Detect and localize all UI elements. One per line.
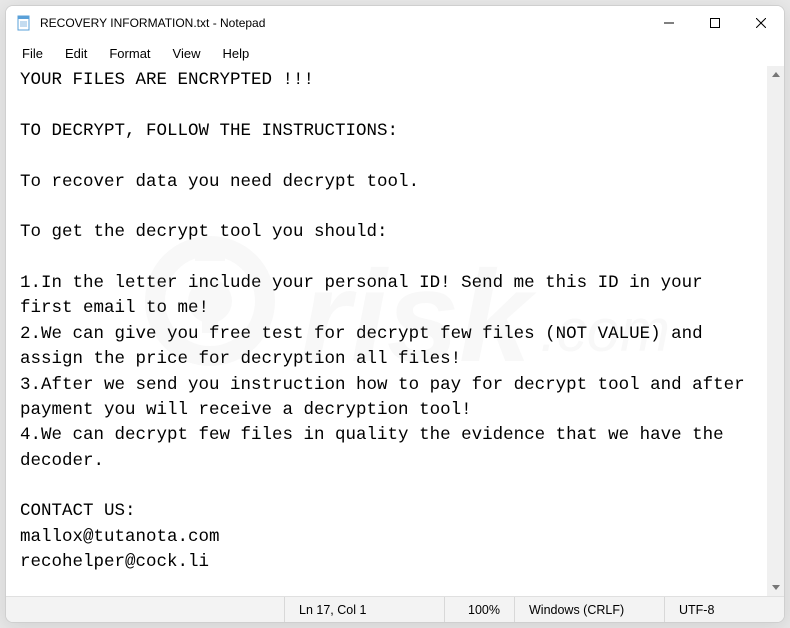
status-position: Ln 17, Col 1 — [284, 597, 444, 622]
scroll-down-icon[interactable] — [767, 579, 784, 596]
menu-view[interactable]: View — [163, 44, 211, 63]
text-editor[interactable]: YOUR FILES ARE ENCRYPTED !!! TO DECRYPT,… — [6, 66, 767, 596]
status-zoom: 100% — [444, 597, 514, 622]
status-encoding: UTF-8 — [664, 597, 784, 622]
editor-wrap: YOUR FILES ARE ENCRYPTED !!! TO DECRYPT,… — [6, 66, 784, 596]
menubar: File Edit Format View Help — [6, 40, 784, 66]
window-title: RECOVERY INFORMATION.txt - Notepad — [40, 16, 265, 30]
titlebar[interactable]: RECOVERY INFORMATION.txt - Notepad — [6, 6, 784, 40]
document-text: YOUR FILES ARE ENCRYPTED !!! TO DECRYPT,… — [20, 70, 755, 596]
menu-format[interactable]: Format — [99, 44, 160, 63]
menu-file[interactable]: File — [12, 44, 53, 63]
vertical-scrollbar[interactable] — [767, 66, 784, 596]
status-line-ending: Windows (CRLF) — [514, 597, 664, 622]
close-button[interactable] — [738, 6, 784, 40]
menu-edit[interactable]: Edit — [55, 44, 97, 63]
notepad-window: RECOVERY INFORMATION.txt - Notepad File … — [5, 5, 785, 623]
window-controls — [646, 6, 784, 40]
menu-help[interactable]: Help — [212, 44, 259, 63]
statusbar: Ln 17, Col 1 100% Windows (CRLF) UTF-8 — [6, 596, 784, 622]
scroll-up-icon[interactable] — [767, 66, 784, 83]
minimize-button[interactable] — [646, 6, 692, 40]
maximize-button[interactable] — [692, 6, 738, 40]
notepad-icon — [16, 15, 32, 31]
